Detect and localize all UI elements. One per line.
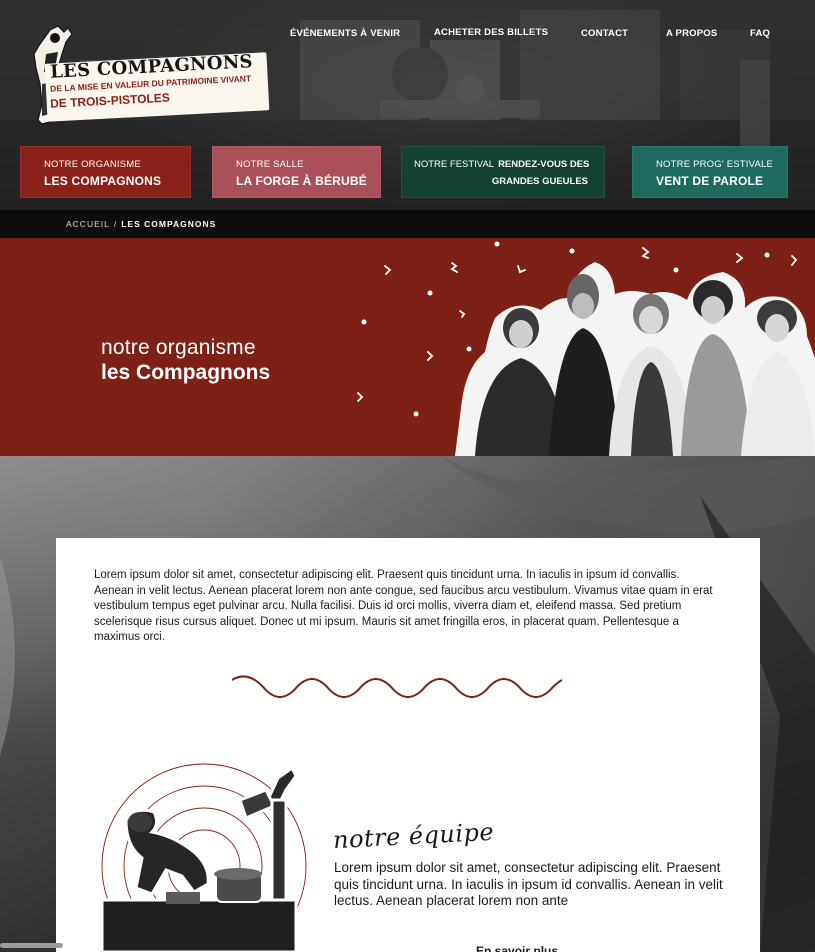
intro-paragraph: Lorem ipsum dolor sit amet, consectetur …: [94, 569, 713, 643]
tile-festival[interactable]: NOTRE FESTIVAL RENDEZ-VOUS DES GRANDES GU…: [401, 146, 605, 198]
learn-more-link[interactable]: En savoir plus: [476, 944, 558, 952]
tile-organisme[interactable]: NOTRE ORGANISME LES COMPAGNONS: [20, 146, 191, 198]
hero-title: les Compagnons: [101, 361, 271, 384]
tile-prog-title: VENT DE PAROLE: [656, 174, 764, 188]
site-header: LES COMPAGNONS DE LA MISE EN VALEUR DU P…: [0, 0, 815, 238]
content-card: Lorem ipsum dolor sit amet, consectetur …: [56, 538, 760, 952]
blacksmith-illustration: [100, 763, 307, 952]
tile-organisme-label: NOTRE ORGANISME: [44, 159, 141, 170]
breadcrumb: ACCUEIL / LES COMPAGNONS: [66, 219, 216, 229]
tile-festival-title: RENDEZ-VOUS DES: [498, 159, 590, 170]
breadcrumb-home[interactable]: ACCUEIL: [66, 219, 110, 229]
hero-banner: notre organisme les Compagnons: [0, 238, 815, 456]
tile-festival-label: NOTRE FESTIVAL: [414, 159, 495, 170]
breadcrumb-bar: ACCUEIL / LES COMPAGNONS: [0, 210, 815, 238]
nav-item-evenements[interactable]: ÉVÉNEMENTS À VENIR: [290, 28, 400, 39]
wave-divider: [232, 675, 562, 698]
horizontal-scrollbar[interactable]: [0, 943, 63, 948]
tile-salle-label: NOTRE SALLE: [236, 159, 304, 170]
tile-organisme-title: LES COMPAGNONS: [44, 174, 162, 188]
tile-salle[interactable]: NOTRE SALLE LA FORGE À BÉRUBÉ: [212, 146, 381, 198]
breadcrumb-current: LES COMPAGNONS: [121, 219, 217, 229]
tile-prog-estivale[interactable]: NOTRE PROG' ESTIVALE VENT DE PAROLE: [632, 146, 788, 198]
tile-festival-title-2: GRANDES GUEULES: [491, 176, 588, 187]
hero-heading: notre organisme les Compagnons: [101, 336, 270, 385]
nav-item-billets[interactable]: ACHETER DES BILLETS: [434, 27, 548, 38]
team-paragraph: Lorem ipsum dolor sit amet, consectetur …: [334, 860, 723, 908]
nav-item-faq[interactable]: FAQ: [750, 28, 770, 39]
main-navigation: ÉVÉNEMENTS À VENIR ACHETER DES BILLETS C…: [0, 27, 815, 42]
hero-subtitle: notre organisme: [101, 336, 256, 359]
tile-salle-title: LA FORGE À BÉRUBÉ: [236, 174, 367, 188]
tile-prog-label: NOTRE PROG' ESTIVALE: [656, 159, 774, 170]
team-heading: notre équipe: [332, 817, 495, 855]
nav-item-apropos[interactable]: A PROPOS: [666, 28, 717, 39]
nav-item-contact[interactable]: CONTACT: [581, 28, 628, 39]
breadcrumb-separator: /: [113, 219, 118, 229]
women-group-photo: [455, 262, 815, 456]
